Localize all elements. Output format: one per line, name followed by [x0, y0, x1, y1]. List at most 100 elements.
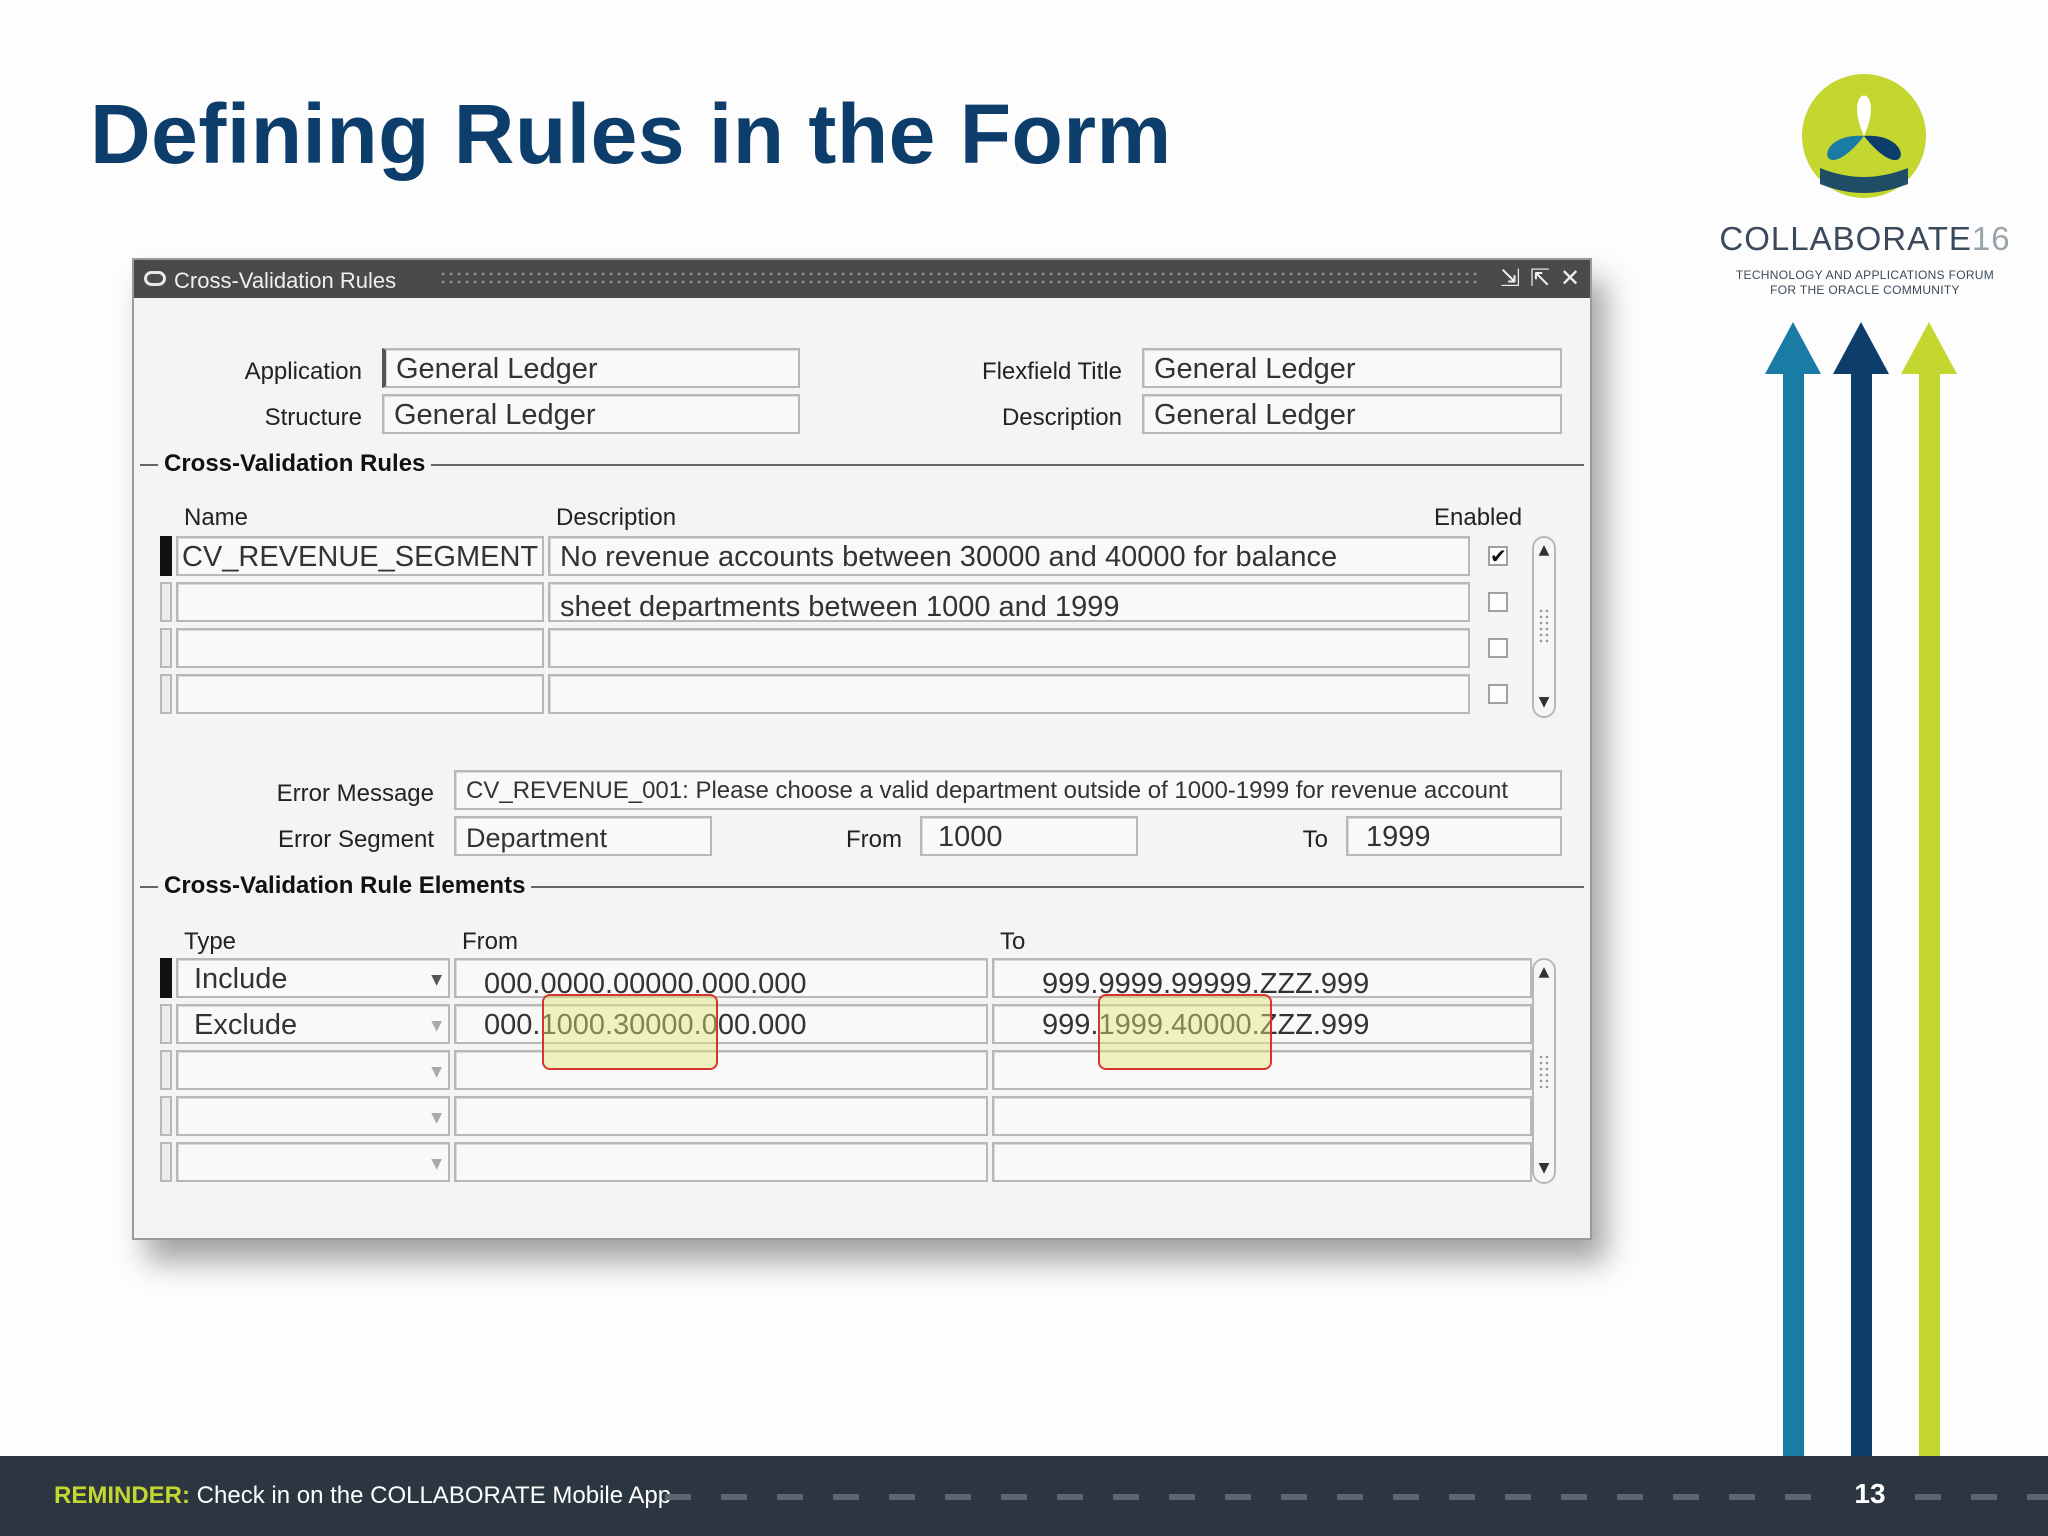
rules-section-title: Cross-Validation Rules: [158, 450, 432, 478]
chevron-down-icon[interactable]: ▼: [431, 1156, 442, 1172]
chevron-down-icon[interactable]: ▼: [431, 972, 442, 988]
logo-wordmark: COLLABORATE16: [1700, 220, 2030, 258]
rule-row-indicator[interactable]: [160, 582, 172, 622]
window-menu-icon[interactable]: [144, 271, 166, 286]
chevron-down-icon[interactable]: ▼: [431, 1064, 442, 1080]
element-type-select[interactable]: ▼: [176, 1096, 450, 1136]
rules-scrollbar[interactable]: ▲ ▼: [1532, 536, 1556, 718]
description-label: Description: [1001, 404, 1122, 431]
chevron-down-icon[interactable]: ▼: [431, 1110, 442, 1126]
footer-divider: [1915, 1494, 2048, 1500]
rule-description-field[interactable]: No revenue accounts between 30000 and 40…: [548, 536, 1470, 576]
description-field[interactable]: General Ledger: [1142, 394, 1562, 434]
rule-enabled-checkbox[interactable]: [1488, 638, 1508, 658]
maximize-icon[interactable]: ⇱: [1526, 264, 1554, 294]
footer-reminder-keyword: REMINDER:: [54, 1482, 190, 1509]
rule-enabled-checkbox[interactable]: ✔: [1488, 546, 1508, 566]
error-to-field[interactable]: 1999: [1346, 816, 1562, 856]
navy-arrow-icon: [1833, 322, 1889, 1456]
error-to-label: To: [1302, 826, 1328, 853]
element-from-field[interactable]: [454, 1050, 988, 1090]
rule-name-field[interactable]: [176, 628, 544, 668]
rule-name-field[interactable]: [176, 582, 544, 622]
titlebar-grip: [439, 270, 1479, 288]
error-from-label: From: [846, 826, 902, 853]
element-to-prefix: 999.: [1042, 1009, 1099, 1041]
error-from-field[interactable]: 1000: [920, 816, 1138, 856]
application-label: Application: [244, 358, 362, 385]
footer-divider: [665, 1494, 1835, 1500]
application-field[interactable]: General Ledger: [382, 348, 800, 388]
element-from-field[interactable]: 000.1000.30000.000.000: [454, 1004, 988, 1044]
element-row-indicator[interactable]: [160, 1142, 172, 1182]
scroll-down-icon[interactable]: ▼: [1534, 694, 1554, 710]
element-type-select[interactable]: ▼: [176, 1050, 450, 1090]
logo-tagline: TECHNOLOGY AND APPLICATIONS FORUM FOR TH…: [1700, 268, 2030, 298]
logo-name: COLLABORATE: [1719, 220, 1972, 257]
structure-label: Structure: [264, 404, 362, 431]
scroll-grip[interactable]: [1538, 608, 1550, 644]
rule-enabled-checkbox[interactable]: [1488, 684, 1508, 704]
element-to-field[interactable]: 999.9999.99999.ZZZ.999: [992, 958, 1532, 998]
rule-row-indicator[interactable]: [160, 674, 172, 714]
error-message-field[interactable]: CV_REVENUE_001: Please choose a valid de…: [454, 770, 1562, 810]
elements-col-from: From: [462, 928, 518, 955]
element-to-field[interactable]: [992, 1096, 1532, 1136]
element-row-indicator[interactable]: [160, 1096, 172, 1136]
element-from-field[interactable]: [454, 1096, 988, 1136]
collaborate-logo: COLLABORATE16 TECHNOLOGY AND APPLICATION…: [1700, 62, 2030, 312]
lime-arrow-icon: [1901, 322, 1957, 1456]
element-to-suffix: ZZZ.999: [1259, 1009, 1370, 1041]
rule-description-field[interactable]: [548, 628, 1470, 668]
elements-col-to: To: [1000, 928, 1026, 955]
elements-scrollbar[interactable]: ▲ ▼: [1532, 958, 1556, 1184]
error-segment-label: Error Segment: [277, 826, 434, 853]
rules-col-enabled: Enabled: [1434, 504, 1523, 531]
chevron-down-icon[interactable]: ▼: [431, 1018, 442, 1034]
collaborate-mark-icon: [1802, 74, 1926, 198]
logo-year: 16: [1971, 220, 2011, 257]
cross-validation-rules-window: Cross-Validation Rules ⇲ ⇱ ✕ Application…: [132, 258, 1592, 1240]
scroll-up-icon[interactable]: ▲: [1534, 964, 1554, 980]
element-type-select[interactable]: Exclude ▼: [176, 1004, 450, 1044]
element-row-indicator[interactable]: [160, 1004, 172, 1044]
element-from-field[interactable]: [454, 1142, 988, 1182]
element-to-field[interactable]: [992, 1142, 1532, 1182]
element-type-select[interactable]: ▼: [176, 1142, 450, 1182]
rule-enabled-checkbox[interactable]: [1488, 592, 1508, 612]
error-segment-field[interactable]: Department: [454, 816, 712, 856]
logo-tagline-line-2: FOR THE ORACLE COMMUNITY: [1770, 283, 1960, 297]
flexfield-title-field[interactable]: General Ledger: [1142, 348, 1562, 388]
slide-title: Defining Rules in the Form: [90, 87, 1172, 181]
close-icon[interactable]: ✕: [1556, 264, 1584, 294]
scroll-up-icon[interactable]: ▲: [1534, 542, 1554, 558]
flexfield-title-label: Flexfield Title: [981, 358, 1122, 385]
scroll-grip[interactable]: [1538, 1054, 1550, 1090]
element-from-field[interactable]: 000.0000.00000.000.000: [454, 958, 988, 998]
element-row-indicator[interactable]: [160, 1050, 172, 1090]
element-type-value: Exclude: [194, 1009, 298, 1041]
scroll-down-icon[interactable]: ▼: [1534, 1160, 1554, 1176]
elements-col-type: Type: [184, 928, 237, 955]
rule-name-field[interactable]: [176, 674, 544, 714]
rule-description-field[interactable]: [548, 674, 1470, 714]
footer-reminder-text: Check in on the COLLABORATE Mobile App: [196, 1482, 672, 1509]
from-highlight-annotation: [542, 994, 718, 1070]
element-type-value: Include: [194, 963, 288, 995]
element-from-prefix: 000.: [484, 1009, 541, 1041]
minimize-icon[interactable]: ⇲: [1496, 264, 1524, 294]
rule-row-indicator[interactable]: [160, 628, 172, 668]
element-type-select[interactable]: Include ▼: [176, 958, 450, 998]
structure-field[interactable]: General Ledger: [382, 394, 800, 434]
rules-col-name: Name: [184, 504, 249, 531]
elements-section-title: Cross-Validation Rule Elements: [158, 872, 532, 900]
error-message-label: Error Message: [276, 780, 434, 807]
window-titlebar[interactable]: Cross-Validation Rules ⇲ ⇱ ✕: [134, 260, 1590, 298]
element-row-indicator[interactable]: [160, 958, 172, 998]
rule-row-indicator[interactable]: [160, 536, 172, 576]
slide-footer: REMINDER: Check in on the COLLABORATE Mo…: [0, 1456, 2048, 1536]
page-number: 13: [1854, 1478, 1886, 1509]
decorative-arrows: [1765, 322, 1957, 1456]
rule-name-field[interactable]: CV_REVENUE_SEGMENT: [176, 536, 544, 576]
rule-description-field[interactable]: sheet departments between 1000 and 1999: [548, 582, 1470, 622]
